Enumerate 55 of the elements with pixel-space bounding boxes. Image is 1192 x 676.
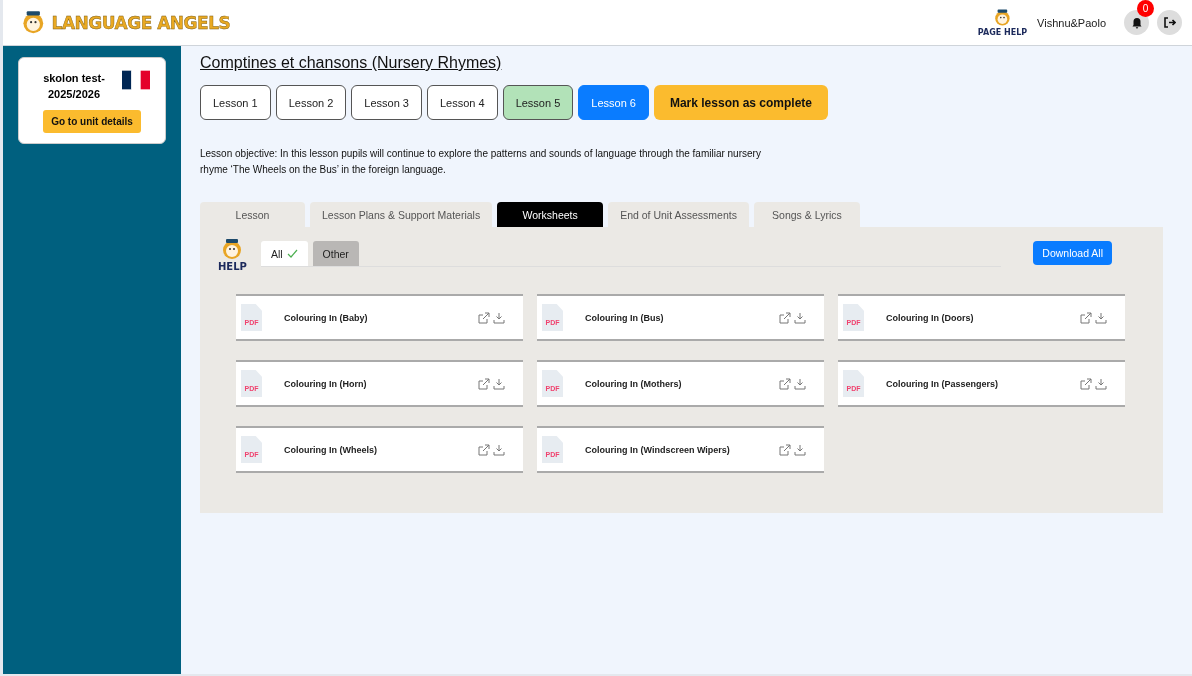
external-link-icon[interactable] <box>779 311 791 324</box>
content-tab[interactable]: Worksheets <box>497 202 604 227</box>
external-link-icon[interactable] <box>779 443 791 456</box>
external-link-icon[interactable] <box>478 443 490 456</box>
logout-button[interactable] <box>1157 10 1182 35</box>
worksheet-name: Colouring In (Windscreen Wipers) <box>585 444 731 455</box>
worksheet-name: Colouring In (Horn) <box>284 378 368 389</box>
filter-tab[interactable]: All <box>260 241 308 266</box>
download-icon[interactable] <box>1095 377 1107 390</box>
content-tab[interactable]: End of Unit Assessments <box>608 202 749 227</box>
content-tab[interactable]: Lesson <box>200 202 305 227</box>
worksheet-name: Colouring In (Doors) <box>886 312 975 323</box>
download-icon[interactable] <box>794 443 806 456</box>
external-link-icon[interactable] <box>1080 377 1092 390</box>
class-name: skolon test-2025/2026 <box>42 71 106 102</box>
download-icon[interactable] <box>493 311 505 324</box>
flag-icon <box>122 70 150 90</box>
download-icon[interactable] <box>794 377 806 390</box>
lesson-button[interactable]: Lesson 3 <box>351 85 422 120</box>
external-link-icon[interactable] <box>478 377 490 390</box>
filter-tab[interactable]: Other <box>312 241 359 266</box>
page-help-label[interactable]: PAGE HELP <box>977 27 1028 37</box>
lesson-objective: Lesson objective: In this lesson pupils will continue to explore the patterns and sounds of language through the familiar nursery rhyme ‘The Wheels on the Bus’ in the foreign language. <box>200 147 762 177</box>
unit-title[interactable]: Comptines et chansons (Nursery Rhymes) <box>200 54 1163 72</box>
logout-icon <box>1163 16 1176 29</box>
lesson-button[interactable]: Lesson 4 <box>426 85 498 120</box>
download-icon[interactable] <box>493 443 505 456</box>
notification-button[interactable] <box>1124 10 1149 35</box>
content-tab[interactable]: Lesson Plans & Support Materials <box>310 202 493 227</box>
lesson-button[interactable]: Lesson 2 <box>275 85 347 120</box>
mark-complete-button[interactable]: Mark lesson as complete <box>653 85 828 120</box>
download-icon[interactable] <box>493 377 505 390</box>
worksheet-name: Colouring In (Baby) <box>284 312 369 323</box>
lesson-button[interactable]: Lesson 6 <box>578 85 649 120</box>
lesson-button[interactable]: Lesson 5 <box>502 85 574 120</box>
worksheet-name: Colouring In (Bus) <box>585 312 665 323</box>
check-icon <box>286 249 298 258</box>
download-all-button[interactable]: Download All <box>1033 241 1112 265</box>
worksheet-name: Colouring In (Wheels) <box>284 444 378 455</box>
user-name: Vishnu&Paolo <box>1037 16 1106 29</box>
worksheet-name: Colouring In (Passengers) <box>886 378 1000 389</box>
external-link-icon[interactable] <box>478 311 490 324</box>
content-tab[interactable]: Songs & Lyrics <box>753 202 860 227</box>
download-icon[interactable] <box>794 311 806 324</box>
mascot-icon <box>992 8 1013 28</box>
help-label[interactable]: HELP <box>218 261 247 272</box>
download-icon[interactable] <box>1095 311 1107 324</box>
unit-details-button[interactable]: Go to unit details <box>43 110 141 133</box>
lesson-button[interactable]: Lesson 1 <box>200 85 271 120</box>
external-link-icon[interactable] <box>1080 311 1092 324</box>
worksheet-name: Colouring In (Mothers) <box>585 378 683 389</box>
external-link-icon[interactable] <box>779 377 791 390</box>
logo-text: LANGUAGE ANGELS <box>51 12 231 33</box>
bell-icon <box>1130 16 1143 29</box>
notification-count: 0 <box>1137 0 1154 17</box>
